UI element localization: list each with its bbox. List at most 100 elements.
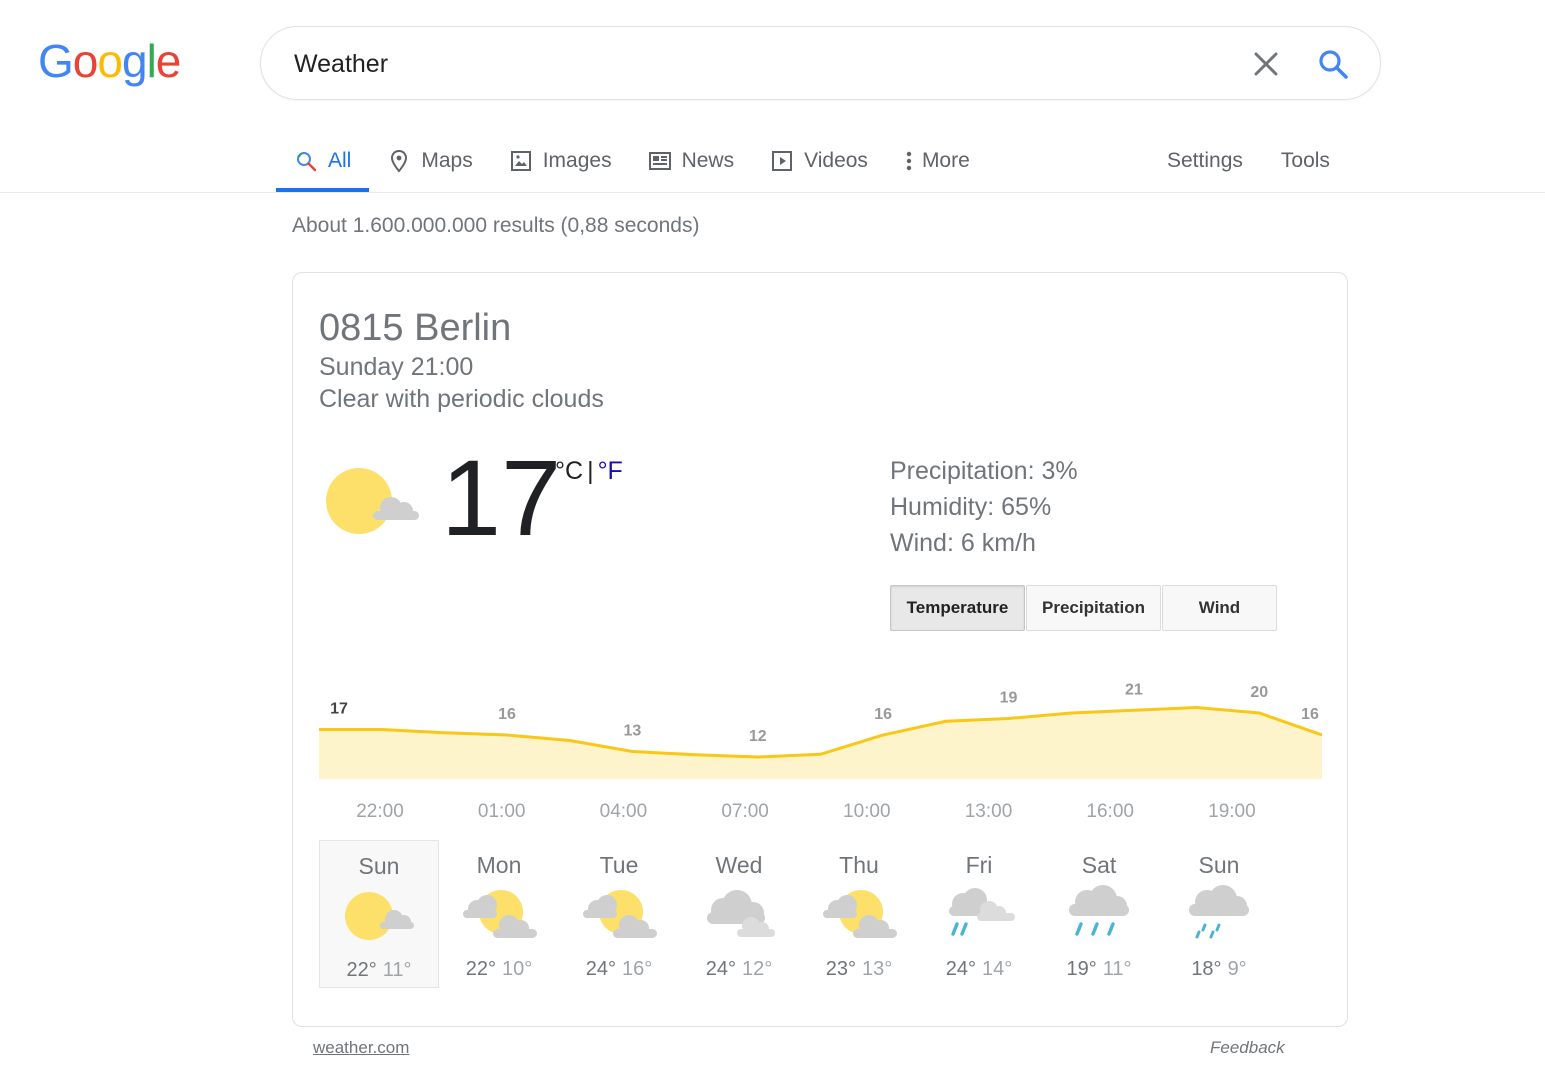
day-name: Sun [1198, 852, 1240, 878]
logo-letter: l [146, 35, 157, 87]
high-temp: 23° [825, 958, 856, 980]
day-name: Fri [965, 852, 993, 878]
high-temp: 18° [1191, 958, 1222, 980]
map-pin-icon [391, 149, 408, 173]
x-tick-label: 13:00 [965, 801, 1013, 822]
tab-temperature[interactable]: Temperature [890, 585, 1025, 631]
logo-letter: o [72, 35, 99, 87]
settings-label: Settings [1167, 149, 1243, 172]
source-link[interactable]: weather.com [313, 1038, 409, 1058]
tab-all[interactable]: All [276, 130, 370, 192]
day-name: Sat [1081, 852, 1117, 878]
tools-link[interactable]: Tools [1262, 130, 1349, 192]
tab-precipitation[interactable]: Precipitation [1026, 585, 1161, 631]
logo-letter: G [38, 35, 74, 87]
low-temp: 10° [502, 958, 533, 980]
unit-toggle: °C | °F [555, 457, 623, 486]
day-temps: 22° 10° [439, 958, 559, 981]
feedback-link[interactable]: Feedback [1210, 1038, 1285, 1058]
tab-wind[interactable]: Wind [1162, 585, 1277, 631]
x-tick-label: 07:00 [721, 801, 769, 822]
close-icon[interactable] [1251, 49, 1281, 79]
x-tick-label: 10:00 [843, 801, 891, 822]
temperature-area [319, 707, 1322, 779]
low-temp: 13° [862, 958, 893, 980]
low-temp: 12° [742, 958, 773, 980]
forecast-day[interactable]: Sat 19° 11° [1039, 840, 1159, 988]
cloudy-showers-icon [949, 888, 1015, 936]
forecast-day[interactable]: Wed 24° 12° [679, 840, 799, 988]
search-tabs: All Maps Images News Videos More [276, 130, 988, 192]
x-tick-label: 22:00 [356, 801, 404, 822]
light-rain-icon [1189, 885, 1249, 939]
unit-fahrenheit[interactable]: °F [598, 457, 623, 485]
forecast-day[interactable]: Mon 22° 10° [439, 840, 559, 988]
tab-more[interactable]: More [886, 130, 988, 192]
search-icon [297, 152, 317, 172]
video-icon [772, 151, 793, 171]
temperature-chart[interactable]: 17 16 13 12 16 19 21 20 16 22:00 01:00 04:00 07:00 10… [319, 671, 1322, 831]
wind-value: Wind: 6 km/h [890, 529, 1036, 557]
x-tick-label: 16:00 [1086, 801, 1134, 822]
search-input[interactable] [294, 47, 1194, 81]
data-label: 16 [498, 706, 516, 723]
search-box [260, 26, 1381, 100]
data-label: 20 [1250, 684, 1268, 701]
high-temp: 24° [705, 958, 736, 980]
data-label: 16 [1301, 706, 1319, 723]
forecast-day[interactable]: Tue 24° 16° [559, 840, 679, 988]
day-temps: 22° 11° [320, 959, 438, 982]
tab-videos[interactable]: Videos [752, 130, 886, 192]
low-temp: 9° [1227, 958, 1247, 980]
day-temps: 19° 11° [1039, 958, 1159, 981]
unit-separator: | [587, 457, 594, 485]
x-tick-label: 19:00 [1208, 801, 1256, 822]
forecast-day[interactable]: Thu 23° 13° [799, 840, 919, 988]
data-label: 13 [624, 723, 642, 740]
day-name: Sun [358, 853, 400, 879]
chart-tabs: Temperature Precipitation Wind [890, 585, 1278, 631]
tab-maps[interactable]: Maps [369, 130, 490, 192]
mostly-cloudy-sun-icon [823, 890, 897, 938]
weather-condition: Clear with periodic clouds [319, 385, 604, 413]
search-icon[interactable] [1316, 47, 1350, 81]
tools-label: Tools [1280, 149, 1330, 172]
weather-location: 0815 Berlin [319, 307, 512, 349]
low-temp: 14° [982, 958, 1013, 980]
tab-label: Videos [804, 149, 868, 172]
cloudy-icon [707, 890, 775, 937]
tab-label: News [681, 149, 735, 172]
logo-letter: e [155, 35, 182, 87]
unit-celsius[interactable]: °C [555, 457, 583, 485]
mostly-cloudy-sun-icon [463, 890, 537, 938]
day-name: Thu [839, 852, 879, 878]
weather-details: Precipitation: 3% Humidity: 65% Wind: 6 … [890, 453, 1078, 561]
settings-link[interactable]: Settings [1148, 130, 1262, 192]
x-tick-label: 04:00 [600, 801, 648, 822]
logo-letter: g [121, 35, 148, 87]
result-stats: About 1.600.000.000 results (0,88 second… [292, 214, 700, 237]
tab-label: Maps [421, 149, 473, 172]
rain-icon [1069, 885, 1129, 936]
data-label: 12 [749, 728, 767, 745]
forecast-day[interactable]: Fri 24° 14° [919, 840, 1039, 988]
forecast-day[interactable]: Sun 18° 9° [1159, 840, 1279, 988]
day-name: Mon [476, 852, 522, 878]
divider [0, 192, 1545, 193]
logo-letter: o [97, 35, 123, 87]
tab-images[interactable]: Images [491, 130, 630, 192]
high-temp: 22° [465, 958, 496, 980]
high-temp: 24° [585, 958, 616, 980]
google-logo[interactable]: Google [38, 34, 182, 88]
x-tick-label: 01:00 [478, 801, 526, 822]
tab-news[interactable]: News [630, 130, 753, 192]
tab-label: All [328, 149, 352, 172]
forecast-day[interactable]: Sun 22° 11° [319, 840, 439, 988]
daily-forecast: Sun 22° 11° Mon 22° 10° Tue 24° 16° Wed … [319, 840, 1319, 988]
precipitation-value: Precipitation: 3% [890, 457, 1078, 485]
day-temps: 24° 14° [919, 958, 1039, 981]
more-vertical-icon [906, 151, 912, 171]
day-temps: 24° 16° [559, 958, 679, 981]
tab-label: Images [542, 149, 612, 172]
high-temp: 22° [346, 959, 377, 981]
